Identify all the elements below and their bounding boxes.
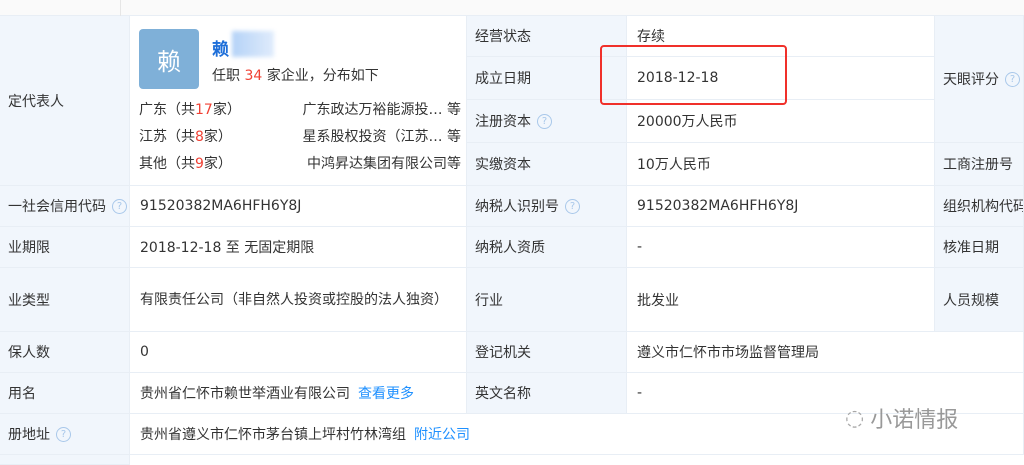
value-company-type: 有限责任公司（非自然人投资或控股的法人独资） [130,268,467,332]
label-next [0,455,130,465]
help-icon[interactable]: ? [56,426,71,442]
region-companies: 广东政达万裕能源投… 等 [302,102,461,118]
watermark-text: 小诺情报 [870,408,959,433]
watermark: ◌ 小诺情报 [845,402,958,434]
top-strip [0,0,1024,16]
label-former-name: 用名 [0,373,130,414]
label-credit-code: 一社会信用代码? [0,186,130,227]
label-address: 册地址? [0,414,130,455]
region-companies: 中鸿昇达集团有限公司等 [307,156,461,172]
label-text: 天眼评分 [943,72,999,88]
label-company-type: 业类型 [0,268,130,332]
former-name-text: 贵州省仁怀市赖世举酒业有限公司 [140,386,350,402]
label-text: 册地址 [8,427,50,443]
help-icon[interactable]: ? [1005,71,1020,87]
help-icon[interactable]: ? [112,198,127,214]
label-taxpayer-qual: 纳税人资质 [467,227,627,268]
label-staff-size: 人员规模 [935,268,1024,332]
label-text: 一社会信用代码 [8,199,106,215]
label-text: 注册资本 [475,114,531,130]
avatar: 赖 [139,29,199,89]
summary-count: 34 [244,68,263,84]
region-count: 8 [195,129,204,145]
value-taxpayer-id: 91520382MA6HFH6Y8J [627,186,935,227]
label-approval-date: 核准日期 [935,227,1024,268]
label-industry: 行业 [467,268,627,332]
value-insured: 0 [130,332,467,373]
summary-post: 家企业，分布如下 [262,68,379,84]
wechat-icon: ◌ [845,405,865,431]
region-suffix: 家） [212,102,241,118]
label-insured: 保人数 [0,332,130,373]
legal-rep-summary: 任职 34 家企业，分布如下 [212,65,379,85]
label-org-code: 组织机构代码 [935,186,1024,227]
value-term: 2018-12-18 至 无固定期限 [130,227,467,268]
nearby-companies-link[interactable]: 附近公司 [414,424,470,444]
label-biz-reg-no: 工商注册号 [935,143,1024,186]
view-more-link[interactable]: 查看更多 [358,383,414,403]
region: 广东（共 [139,102,195,118]
label-paid-capital: 实缴资本 [467,143,627,186]
help-icon[interactable]: ? [565,198,580,214]
address-text: 贵州省遵义市仁怀市茅台镇上坪村竹林湾组 [140,427,406,443]
help-icon[interactable]: ? [537,113,552,129]
value-former-name: 贵州省仁怀市赖世举酒业有限公司 查看更多 [130,373,467,414]
region: 江苏（共 [139,129,195,145]
label-term: 业期限 [0,227,130,268]
value-english-name: - [627,373,1024,414]
label-text: 纳税人识别号 [475,199,559,215]
region: 其他（共 [139,156,195,172]
label-legal-rep: 定代表人 [0,16,130,186]
region-count: 9 [195,156,204,172]
label-reg-authority: 登记机关 [467,332,627,373]
blurred-name [232,31,274,57]
label-taxpayer-id: 纳税人识别号? [467,186,627,227]
highlight-box [600,45,787,105]
region-companies: 星系股权投资（江苏… 等 [302,129,461,145]
legal-rep-name[interactable]: 赖 [212,35,229,60]
value-industry: 批发业 [627,268,935,332]
value-paid-capital: 10万人民币 [627,143,935,186]
label-english-name: 英文名称 [467,373,627,414]
value-credit-code: 91520382MA6HFH6Y8J [130,186,467,227]
summary-pre: 任职 [212,68,245,84]
label-score: 天眼评分? [935,16,1024,143]
value-reg-authority: 遵义市仁怀市市场监督管理局 [627,332,1024,373]
value-taxpayer-qual: - [627,227,935,268]
region-suffix: 家） [203,156,232,172]
label-reg-capital: 注册资本? [467,100,627,143]
divider [120,0,121,16]
region-suffix: 家） [203,129,232,145]
region-count: 17 [195,102,213,118]
value-reg-capital: 20000万人民币 [627,100,935,143]
